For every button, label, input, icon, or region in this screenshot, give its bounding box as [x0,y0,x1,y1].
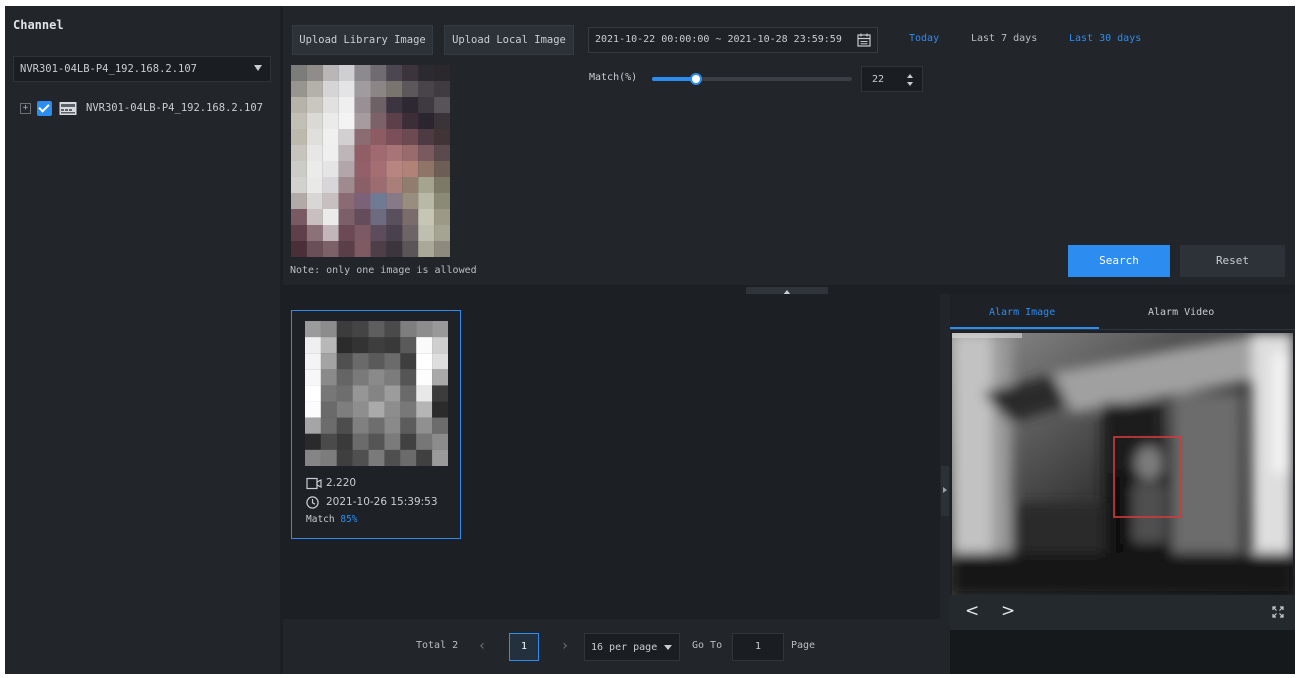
fullscreen-icon[interactable] [1271,605,1285,619]
goto-page-input[interactable]: 1 [732,633,784,661]
page-label: Page [791,640,816,651]
face-search-page: Channel NVR301-04LB-P4_192.168.2.107 + N… [5,6,1295,674]
goto-label: Go To [692,640,723,651]
tree-item-device[interactable]: + NVR301-04LB-P4_192.168.2.107 [20,100,275,118]
match-stepper-value[interactable]: 22 [872,74,884,85]
tree-item-label: NVR301-04LB-P4_192.168.2.107 [86,102,264,114]
calendar-icon[interactable] [857,33,871,47]
result-card[interactable]: 2.220 2021-10-26 15:39:53 Match 85% [291,310,461,539]
pagination-total: Total 2 [416,640,459,651]
date-range-value: 2021-10-22 00:00:00 ~ 2021-10-28 23:59:5… [595,34,842,45]
per-page-value: 16 per page [591,642,658,653]
alarm-snapshot[interactable] [952,333,1293,595]
caret-down-icon [664,645,672,650]
search-button[interactable]: Search [1068,245,1170,277]
page-number-current[interactable]: 1 [509,633,539,661]
stepper-down-icon[interactable] [907,82,913,86]
camera-icon [306,477,322,490]
prev-page-icon[interactable]: ‹ [471,635,493,657]
clock-icon [306,496,319,509]
preview-collapse-handle[interactable] [940,294,950,674]
quick-range-last-30-days[interactable]: Last 30 days [1069,33,1141,44]
per-page-select[interactable]: 16 per page [584,633,680,661]
nvr-device-icon [59,102,77,115]
alarm-footer [950,630,1295,674]
result-match-percent: 85% [340,514,358,525]
prev-image-button[interactable]: < [965,601,979,621]
tab-alarm-image[interactable]: Alarm Image [989,307,1055,318]
uploaded-face-image[interactable] [291,65,450,257]
chevron-right-icon [943,487,947,493]
next-page-icon[interactable]: › [554,635,576,657]
match-slider[interactable] [652,73,852,85]
upload-local-image-button[interactable]: Upload Local Image [444,25,574,55]
device-select-value: NVR301-04LB-P4_192.168.2.107 [20,63,198,75]
stepper-up-icon[interactable] [907,74,913,78]
quick-range-last-7-days[interactable]: Last 7 days [971,33,1037,44]
pagination: Total 2 ‹ 1 › 16 per page Go To 1 Page [283,619,940,674]
device-select[interactable]: NVR301-04LB-P4_192.168.2.107 [13,56,271,82]
result-channel: 2.220 [326,477,357,489]
channel-panel: Channel NVR301-04LB-P4_192.168.2.107 + N… [5,6,280,674]
checkbox-icon[interactable] [37,101,52,116]
result-time: 2021-10-26 15:39:53 [326,496,438,508]
active-tab-indicator [950,327,1099,329]
date-range-picker[interactable]: 2021-10-22 00:00:00 ~ 2021-10-28 23:59:5… [588,27,878,53]
alarm-preview-panel: Alarm Image Alarm Video < > [950,294,1295,674]
next-image-button[interactable]: > [1001,601,1015,621]
caret-down-icon [254,65,262,71]
reset-button[interactable]: Reset [1180,245,1285,277]
search-panel: Upload Library Image Upload Local Image … [283,6,1295,285]
upload-note: Note: only one image is allowed [290,265,477,276]
match-stepper[interactable]: 22 [861,66,923,92]
match-slider-handle[interactable] [690,73,702,85]
tab-alarm-video[interactable]: Alarm Video [1148,307,1214,318]
result-match: Match 85% [306,514,358,525]
snapshot-controls: < > [950,595,1295,630]
quick-range-today[interactable]: Today [909,33,939,44]
upload-library-image-button[interactable]: Upload Library Image [292,25,433,55]
results-panel: 2.220 2021-10-26 15:39:53 Match 85% Tota… [283,294,940,674]
match-label: Match(%) [589,72,638,83]
channel-title: Channel [13,18,64,32]
result-face-image[interactable] [305,321,448,466]
result-match-label: Match [306,514,335,525]
plus-icon[interactable]: + [20,103,31,114]
alarm-tabs: Alarm Image Alarm Video [950,294,1295,330]
